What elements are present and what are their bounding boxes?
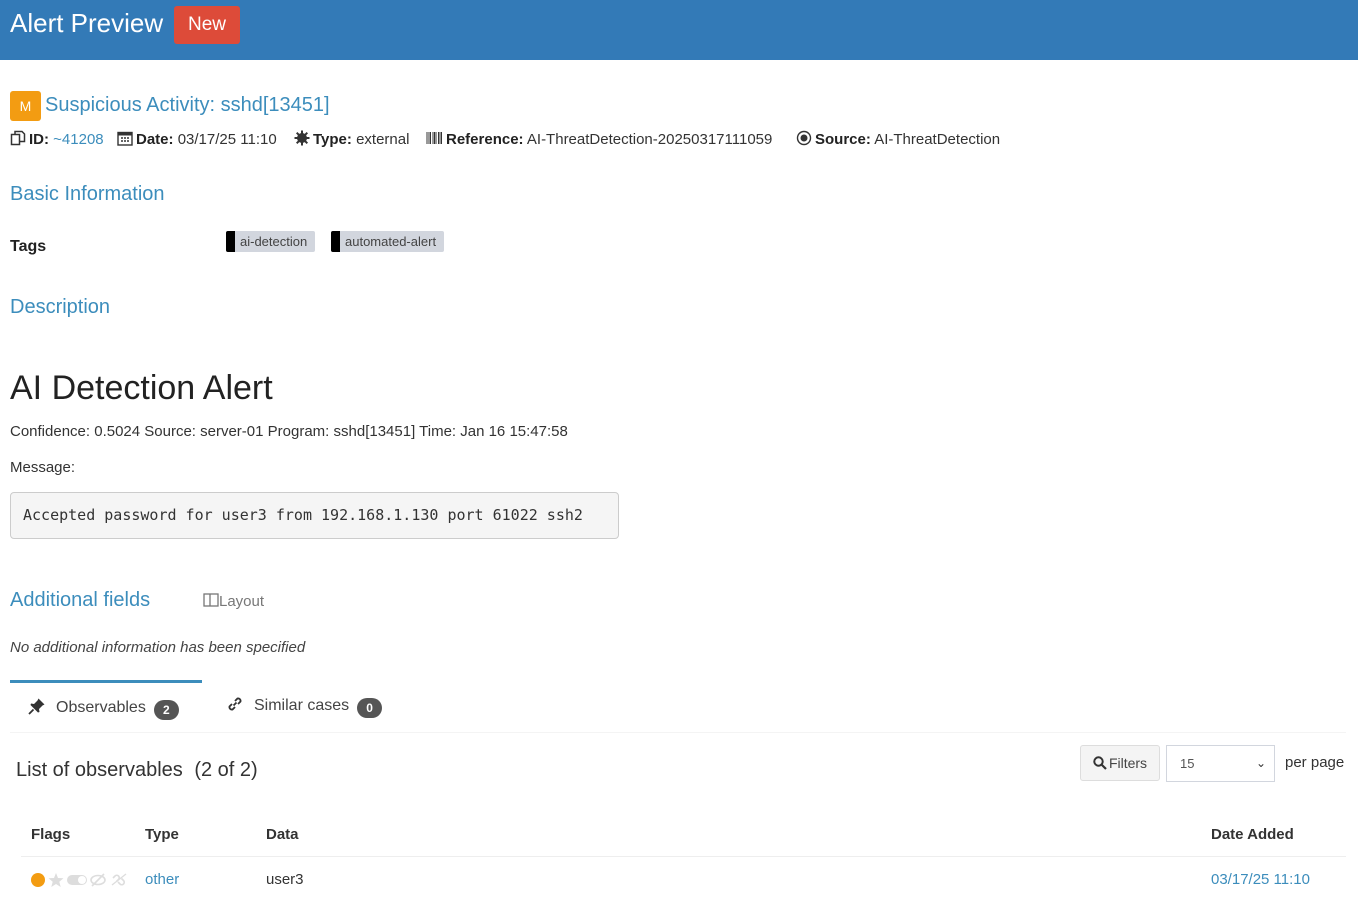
table-header-divider <box>21 856 1346 857</box>
layout-button[interactable]: Layout <box>203 592 264 612</box>
description-title: AI Detection Alert <box>10 369 273 407</box>
description-heading: Description <box>10 296 111 318</box>
meta-source: Source: AI-ThreatDetection <box>796 130 1000 150</box>
unlink-icon[interactable] <box>111 873 127 886</box>
observable-data: user3 <box>266 871 304 888</box>
barcode-icon <box>426 132 442 144</box>
tab-similar-cases-label: Similar cases <box>254 697 350 714</box>
meta-reference-value: AI-ThreatDetection-20250317111059 <box>526 131 773 148</box>
layout-button-label: Layout <box>219 593 265 610</box>
calendar-icon <box>117 131 133 146</box>
tag-ai-detection: ai-detection <box>226 231 316 252</box>
link-icon <box>228 697 242 711</box>
tab-observables[interactable]: Observables 2 <box>10 680 202 732</box>
search-icon <box>1093 756 1107 770</box>
tab-observables-label: Observables <box>56 699 146 716</box>
description-details: Confidence: 0.5024 Source: server-01 Pro… <box>10 423 568 440</box>
per-page-select[interactable]: 15 ⌄ <box>1166 745 1275 782</box>
filters-button-label: Filters <box>1108 755 1148 771</box>
meta-source-value: AI-ThreatDetection <box>874 131 1001 148</box>
meta-type-label: Type: <box>313 131 352 148</box>
meta-date: Date: 03/17/25 11:10 <box>117 130 277 150</box>
message-code-block: Accepted password for user3 from 192.168… <box>10 492 619 539</box>
star-icon[interactable] <box>48 873 64 887</box>
status-badge: New <box>174 6 240 44</box>
page-title: Alert Preview <box>10 8 164 38</box>
copy-icon[interactable] <box>10 130 26 146</box>
severity-badge: M <box>10 91 41 121</box>
observable-date-added[interactable]: 03/17/25 11:10 <box>1211 870 1310 890</box>
no-additional-info-text: No additional information has been speci… <box>10 639 306 656</box>
ioc-flag-icon[interactable] <box>31 873 45 887</box>
observables-list-count: (2 of 2) <box>194 759 258 781</box>
meta-id-label: ID: <box>29 131 49 148</box>
filters-button[interactable]: Filters <box>1080 745 1160 781</box>
meta-source-label: Source: <box>815 131 871 148</box>
alert-title[interactable]: Suspicious Activity: sshd[13451] <box>45 91 330 119</box>
observables-list-title: List of observables (2 of 2) <box>16 757 258 783</box>
observables-list-title-text: List of observables <box>16 759 183 781</box>
basic-information-heading: Basic Information <box>10 183 165 205</box>
toggle-icon[interactable] <box>67 875 87 885</box>
meta-reference-label: Reference: <box>446 131 524 148</box>
observables-count-badge: 2 <box>153 700 179 720</box>
per-page-label: per page <box>1285 754 1345 771</box>
message-label: Message: <box>10 459 76 476</box>
additional-fields-heading: Additional fields <box>10 589 151 611</box>
meta-type-value: external <box>356 131 410 148</box>
meta-type: Type: external <box>294 130 409 150</box>
observable-type[interactable]: other <box>145 870 179 890</box>
meta-date-label: Date: <box>136 131 174 148</box>
bullseye-icon <box>796 130 812 146</box>
similar-cases-count-badge: 0 <box>357 698 383 718</box>
column-header-flags[interactable]: Flags <box>31 825 70 845</box>
tag-automated-alert: automated-alert <box>331 231 445 252</box>
per-page-value: 15 <box>1180 756 1195 771</box>
meta-id: ID: ~41208 <box>10 130 104 150</box>
eye-slash-icon[interactable] <box>90 873 106 887</box>
meta-date-value: 03/17/25 11:10 <box>177 131 277 148</box>
page-header: Alert Preview New <box>0 0 1358 60</box>
tags-label: Tags <box>10 238 47 255</box>
gear-icon <box>294 130 310 146</box>
meta-reference: Reference: AI-ThreatDetection-2025031711… <box>426 130 772 150</box>
column-header-date-added[interactable]: Date Added <box>1211 825 1294 845</box>
tabs-divider <box>10 732 1346 733</box>
layout-icon <box>203 593 219 607</box>
column-header-type[interactable]: Type <box>145 825 179 845</box>
chevron-down-icon: ⌄ <box>1255 756 1266 770</box>
observable-flags <box>31 871 129 889</box>
meta-id-value[interactable]: ~41208 <box>53 131 103 148</box>
tab-similar-cases[interactable]: Similar cases 0 <box>226 680 383 732</box>
column-header-data[interactable]: Data <box>266 825 299 845</box>
pin-icon <box>28 698 45 715</box>
